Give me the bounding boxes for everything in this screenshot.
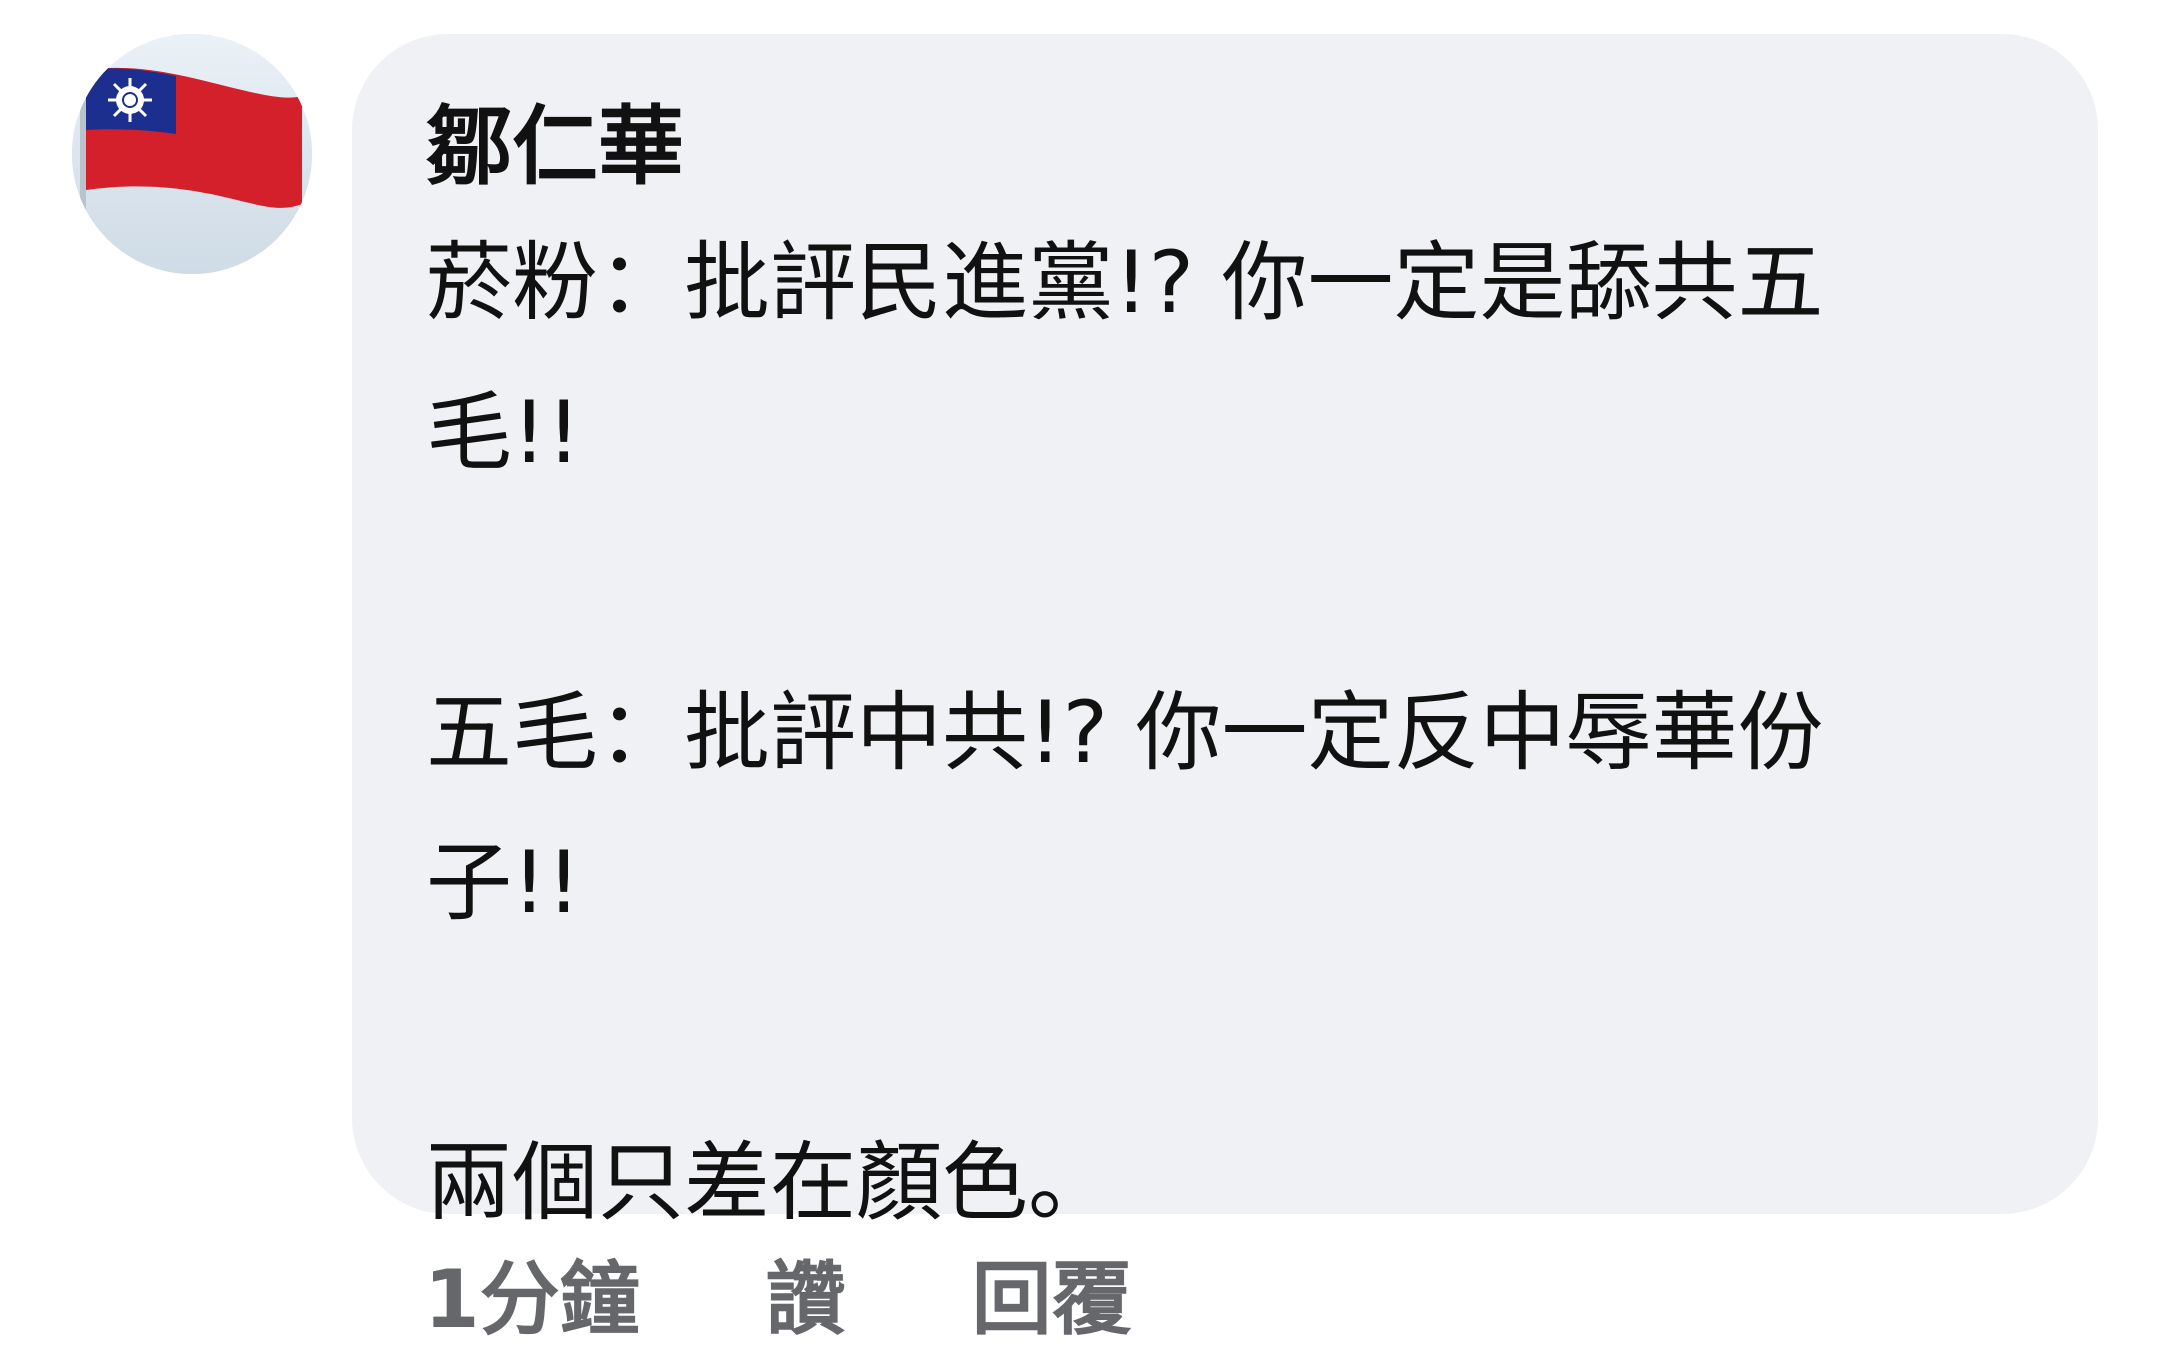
reply-button[interactable]: 回覆 [972, 1235, 1132, 1351]
comment-item: 鄒仁華 菸粉：批評民進黨!? 你一定是舔共五 毛!! 五毛：批評中共!? 你一定… [0, 0, 2160, 1352]
like-button[interactable]: 讚 [766, 1235, 846, 1351]
comment-line: 五毛：批評中共!? 你一定反中辱華份 [426, 683, 1824, 783]
avatar[interactable] [72, 34, 312, 274]
comment-line: 兩個只差在顏色。 [426, 1133, 1114, 1233]
taiwan-flag-icon [72, 34, 312, 274]
comment-author[interactable]: 鄒仁華 [426, 92, 2038, 202]
comment-bubble: 鄒仁華 菸粉：批評民進黨!? 你一定是舔共五 毛!! 五毛：批評中共!? 你一定… [352, 34, 2098, 1233]
comment-timestamp[interactable]: 1分鐘 [424, 1235, 640, 1351]
comment-actions: 1分鐘 讚 回覆 [424, 1238, 1132, 1348]
comment-text: 菸粉：批評民進黨!? 你一定是舔共五 毛!! 五毛：批評中共!? 你一定反中辱華… [426, 208, 2038, 1258]
comment-line: 毛!! [426, 383, 581, 483]
comment-line: 子!! [426, 833, 581, 933]
comment-line: 菸粉：批評民進黨!? 你一定是舔共五 [426, 233, 1824, 333]
